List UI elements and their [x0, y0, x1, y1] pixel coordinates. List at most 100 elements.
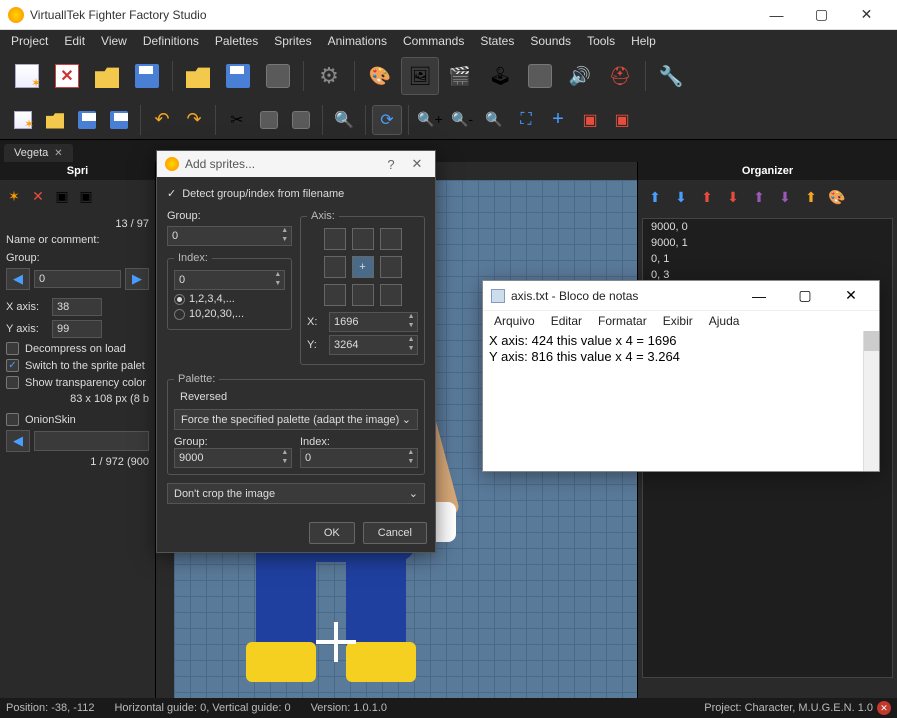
- next-group-button[interactable]: ▶: [125, 268, 149, 290]
- menu-sounds[interactable]: Sounds: [523, 32, 578, 50]
- clsn1-button[interactable]: ▣: [575, 105, 605, 135]
- pal-index-spinner[interactable]: ▲▼: [300, 448, 418, 468]
- menu-palettes[interactable]: Palettes: [208, 32, 265, 50]
- find-button[interactable]: 🔍: [329, 105, 359, 135]
- notepad-minimize-button[interactable]: —: [739, 282, 779, 310]
- menu-sprites[interactable]: Sprites: [267, 32, 318, 50]
- dlg-group-spinner[interactable]: ▲▼: [167, 226, 292, 246]
- close-button[interactable]: ✕: [844, 0, 889, 30]
- down-blue-icon[interactable]: ⬇: [670, 186, 692, 208]
- pal-group-spinner[interactable]: ▲▼: [174, 448, 292, 468]
- dlg-index-input[interactable]: [175, 274, 272, 286]
- recent-button[interactable]: [259, 57, 297, 95]
- clsn2-button[interactable]: ▣: [607, 105, 637, 135]
- crosshair-button[interactable]: +: [543, 105, 573, 135]
- detect-checkbox[interactable]: ✓: [167, 187, 176, 200]
- switch-palette-checkbox[interactable]: ✓: [6, 359, 19, 372]
- prev-group-button[interactable]: ◀: [6, 268, 30, 290]
- down-purple-icon[interactable]: ⬇: [774, 186, 796, 208]
- copy-button[interactable]: [254, 105, 284, 135]
- up-purple-icon[interactable]: ⬆: [748, 186, 770, 208]
- anchor-ml[interactable]: [324, 256, 346, 278]
- axis-x-input[interactable]: [330, 316, 405, 328]
- zoomin-button[interactable]: 🔍+: [415, 105, 445, 135]
- anchor-br[interactable]: [380, 284, 402, 306]
- menu-edit[interactable]: Edit: [57, 32, 92, 50]
- transparency-checkbox[interactable]: [6, 376, 19, 389]
- down-red-icon[interactable]: ⬇: [722, 186, 744, 208]
- menu-animations[interactable]: Animations: [321, 32, 394, 50]
- np-menu-help[interactable]: Ajuda: [702, 313, 747, 329]
- spark-icon[interactable]: ✶: [4, 186, 24, 206]
- radio-sequential[interactable]: [174, 294, 185, 305]
- help-button[interactable]: ⛑: [601, 57, 639, 95]
- tab-vegeta[interactable]: Vegeta ✕: [4, 144, 73, 162]
- paste-button[interactable]: [286, 105, 316, 135]
- decompress-checkbox[interactable]: [6, 342, 19, 355]
- open-button[interactable]: [88, 57, 126, 95]
- radio-tens[interactable]: [174, 309, 185, 320]
- animation-button[interactable]: 🎬: [441, 57, 479, 95]
- yaxis-input[interactable]: [52, 320, 102, 338]
- anchor-center[interactable]: +: [352, 256, 374, 278]
- menu-definitions[interactable]: Definitions: [136, 32, 206, 50]
- dialog-close-button[interactable]: ✕: [407, 156, 427, 172]
- prev-page-button[interactable]: ◀: [6, 430, 30, 452]
- saveall-button[interactable]: [104, 105, 134, 135]
- auto-icon[interactable]: ⬆: [800, 186, 822, 208]
- cancel-button[interactable]: Cancel: [363, 522, 427, 544]
- palette-mode-select[interactable]: Force the specified palette (adapt the i…: [174, 409, 418, 430]
- zoomfit-button[interactable]: 🔍: [479, 105, 509, 135]
- pal-group-input[interactable]: [175, 452, 279, 464]
- np-menu-file[interactable]: Arquivo: [487, 313, 542, 329]
- anchor-tr[interactable]: [380, 228, 402, 250]
- tab-close-icon[interactable]: ✕: [54, 148, 62, 159]
- axis-x-spinner[interactable]: ▲▼: [329, 312, 418, 332]
- pal-index-input[interactable]: [301, 452, 405, 464]
- dialog-help-button[interactable]: ?: [381, 157, 401, 172]
- anchor-tl[interactable]: [324, 228, 346, 250]
- onionskin-checkbox[interactable]: [6, 413, 19, 426]
- status-close-icon[interactable]: ✕: [877, 701, 891, 715]
- open-project-button[interactable]: [179, 57, 217, 95]
- dlg-index-spinner[interactable]: ▲▼: [174, 270, 285, 290]
- np-menu-edit[interactable]: Editar: [544, 313, 589, 329]
- tools-button[interactable]: 🔧: [652, 57, 690, 95]
- anchor-bc[interactable]: [352, 284, 374, 306]
- menu-project[interactable]: Project: [4, 32, 55, 50]
- menu-help[interactable]: Help: [624, 32, 663, 50]
- up-red-icon[interactable]: ⬆: [696, 186, 718, 208]
- np-menu-view[interactable]: Exibir: [656, 313, 700, 329]
- zoomout-button[interactable]: 🔍-: [447, 105, 477, 135]
- remove-icon[interactable]: ✕: [28, 186, 48, 206]
- sprite-button[interactable]: 🖼: [401, 57, 439, 95]
- ok-button[interactable]: OK: [309, 522, 355, 544]
- list-item[interactable]: 0, 1: [643, 251, 892, 267]
- dlg-group-input[interactable]: [168, 230, 279, 242]
- crop-select[interactable]: Don't crop the image⌄: [167, 483, 425, 504]
- anchor-bl[interactable]: [324, 284, 346, 306]
- axis-y-spinner[interactable]: ▲▼: [329, 335, 418, 355]
- menu-commands[interactable]: Commands: [396, 32, 471, 50]
- commands-button[interactable]: 🕹: [481, 57, 519, 95]
- dialog-titlebar[interactable]: Add sprites... ? ✕: [157, 151, 435, 177]
- np-menu-format[interactable]: Formatar: [591, 313, 654, 329]
- anchor-mr[interactable]: [380, 256, 402, 278]
- open-sprite-button[interactable]: [40, 105, 70, 135]
- sounds-button[interactable]: 🔊: [561, 57, 599, 95]
- menu-tools[interactable]: Tools: [580, 32, 622, 50]
- save-sprite-button[interactable]: [72, 105, 102, 135]
- notepad-titlebar[interactable]: axis.txt - Bloco de notas — ▢ ✕: [483, 281, 879, 311]
- new-button[interactable]: [8, 57, 46, 95]
- refresh-button[interactable]: ⟳: [372, 105, 402, 135]
- save-button[interactable]: [128, 57, 166, 95]
- list-item[interactable]: 9000, 1: [643, 235, 892, 251]
- delete-button[interactable]: ✕: [48, 57, 86, 95]
- notepad-scrollbar[interactable]: [863, 331, 879, 471]
- dup-icon[interactable]: ▣: [52, 186, 72, 206]
- undo-button[interactable]: ↶: [147, 105, 177, 135]
- list-item[interactable]: 9000, 0: [643, 219, 892, 235]
- palette-button[interactable]: 🎨: [361, 57, 399, 95]
- page-slider[interactable]: [34, 431, 149, 451]
- new-sprite-button[interactable]: [8, 105, 38, 135]
